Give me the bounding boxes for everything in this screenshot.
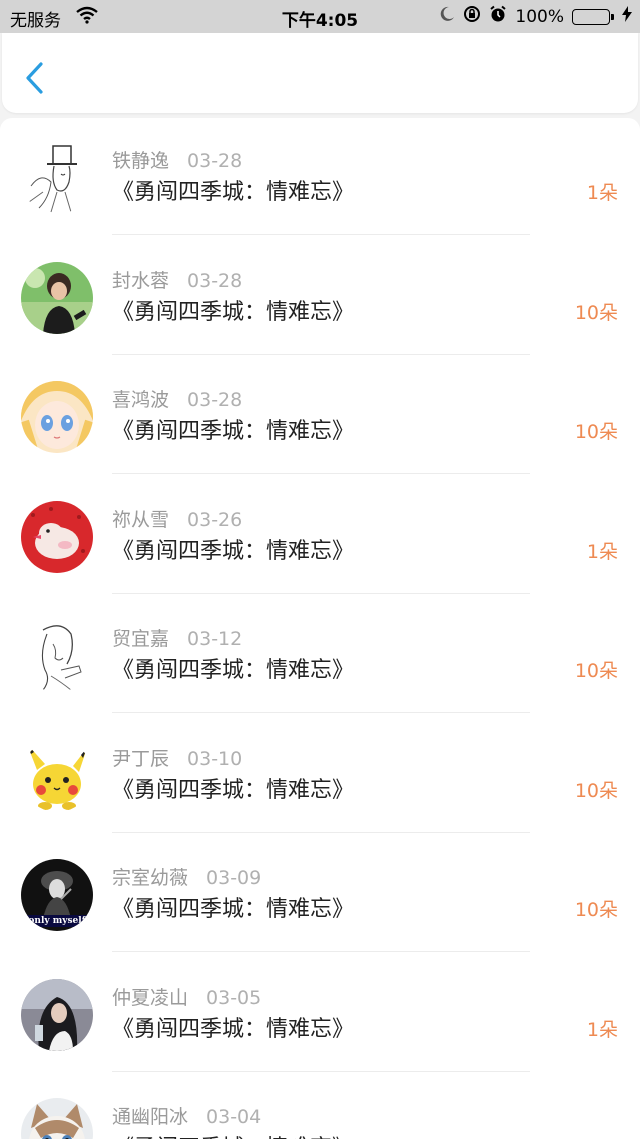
flower-amount: 10朵 — [574, 421, 618, 443]
dark-hair-girl-avatar[interactable] — [21, 978, 93, 1051]
record-date: 03-12 — [187, 628, 243, 650]
flower-amount: 10朵 — [574, 779, 618, 802]
flower-amount: 10朵 — [574, 660, 618, 682]
charging-bolt-icon — [622, 6, 632, 27]
work-title: 《勇闯四季城：情难忘》 — [112, 1016, 355, 1042]
pikachu-avatar[interactable] — [21, 739, 93, 812]
sender-line: 喜鸿波 03-28 — [112, 385, 242, 412]
sender-line: 贸宜嘉 03-12 — [112, 624, 242, 651]
status-right-group: 100% — [439, 5, 632, 28]
divider — [112, 1070, 530, 1072]
list-item[interactable]: 贸宜嘉 03-12 《勇闯四季城：情难忘》 10朵 — [0, 596, 640, 715]
divider — [112, 592, 530, 594]
divider — [112, 831, 530, 833]
gift-record-list: 铁静逸 03-28 《勇闯四季城：情难忘》 1朵 封水蓉 03-28 《勇闯四季城：情难忘… — [0, 118, 640, 1139]
avatar-caption: only myself — [28, 916, 86, 926]
list-item[interactable]: 祢从雪 03-26 《勇闯四季城：情难忘》 1朵 — [0, 477, 640, 596]
photo-person-avatar[interactable] — [21, 261, 93, 334]
sender-line: 通幽阳冰 03-04 — [112, 1102, 261, 1129]
flower-amount: 1朵 — [586, 182, 618, 204]
sender-name: 通幽阳冰 — [112, 1106, 189, 1128]
navigation-bar — [2, 33, 638, 113]
sender-line: 祢从雪 03-26 — [112, 505, 242, 532]
sender-name: 宗室幼薇 — [112, 867, 189, 889]
list-item[interactable]: 铁静逸 03-28 《勇闯四季城：情难忘》 1朵 — [0, 118, 640, 237]
sender-name: 尹丁辰 — [112, 747, 170, 770]
sender-name: 铁静逸 — [112, 150, 170, 172]
work-title: 《勇闯四季城：情难忘》 — [112, 777, 355, 803]
sender-name: 喜鸿波 — [112, 389, 170, 411]
sender-line: 宗室幼薇 03-09 — [112, 863, 261, 890]
divider — [112, 353, 530, 355]
flower-amount: 1朵 — [586, 1018, 618, 1041]
list-item[interactable]: 通幽阳冰 03-04 《勇闯四季城：情难忘》 1朵 — [0, 1074, 640, 1139]
sender-line: 铁静逸 03-28 — [112, 146, 242, 173]
moon-icon — [439, 6, 455, 27]
work-title: 《勇闯四季城：情难忘》 — [112, 1130, 354, 1139]
work-title: 《勇闯四季城：情难忘》 — [112, 658, 355, 683]
divider — [112, 473, 530, 474]
list-item[interactable]: only myself 宗室幼薇 03-09 《勇闯四季城：情难忘》 10朵 — [0, 835, 640, 954]
status-bar: 无服务 下午4:05 100% — [0, 0, 640, 33]
sketch-top-hat-avatar[interactable] — [21, 142, 93, 214]
record-date: 03-28 — [187, 150, 243, 172]
sketch-girl-avatar[interactable] — [21, 620, 93, 692]
sender-line: 封水蓉 03-28 — [112, 266, 242, 293]
work-title: 《勇闯四季城：情难忘》 — [112, 299, 355, 325]
work-title: 《勇闯四季城：情难忘》 — [112, 897, 355, 922]
red-bird-avatar[interactable] — [21, 500, 93, 573]
record-date: 03-28 — [187, 269, 243, 292]
divider — [112, 234, 530, 235]
list-item[interactable]: 仲夏凌山 03-05 《勇闯四季城：情难忘》 1朵 — [0, 955, 640, 1074]
record-date: 03-09 — [206, 867, 262, 889]
sender-name: 贸宜嘉 — [112, 628, 170, 650]
record-date: 03-28 — [187, 389, 243, 411]
flower-amount: 1朵 — [587, 1134, 618, 1139]
flower-amount: 10朵 — [574, 301, 618, 324]
sender-name: 仲夏凌山 — [112, 986, 189, 1009]
sender-name: 封水蓉 — [112, 269, 170, 292]
list-item[interactable]: 喜鸿波 03-28 《勇闯四季城：情难忘》 10朵 — [0, 357, 640, 476]
list-item[interactable]: 封水蓉 03-28 《勇闯四季城：情难忘》 10朵 — [0, 238, 640, 357]
cat-avatar[interactable] — [21, 1098, 93, 1139]
record-date: 03-26 — [187, 508, 243, 531]
record-date: 03-10 — [187, 747, 243, 770]
divider — [112, 712, 530, 713]
list-item[interactable]: 尹丁辰 03-10 《勇闯四季城：情难忘》 10朵 — [0, 716, 640, 835]
chevron-left-icon — [26, 62, 43, 94]
work-title: 《勇闯四季城：情难忘》 — [112, 419, 355, 444]
sender-name: 祢从雪 — [112, 508, 170, 531]
sender-line: 尹丁辰 03-10 — [112, 744, 242, 771]
alarm-icon — [489, 5, 507, 28]
work-title: 《勇闯四季城：情难忘》 — [112, 538, 355, 564]
battery-icon — [572, 8, 614, 25]
only-myself-avatar[interactable]: only myself — [21, 859, 93, 931]
record-date: 03-05 — [206, 986, 262, 1009]
sender-line: 仲夏凌山 03-05 — [112, 983, 261, 1010]
rotation-lock-icon — [463, 5, 481, 28]
record-date: 03-04 — [206, 1106, 262, 1128]
flower-amount: 1朵 — [586, 540, 618, 563]
back-button[interactable] — [22, 61, 52, 95]
divider — [112, 951, 530, 952]
anime-girl-avatar[interactable] — [21, 381, 93, 453]
work-title: 《勇闯四季城：情难忘》 — [112, 180, 355, 205]
battery-percent: 100% — [515, 6, 564, 27]
flower-amount: 10朵 — [574, 899, 618, 921]
